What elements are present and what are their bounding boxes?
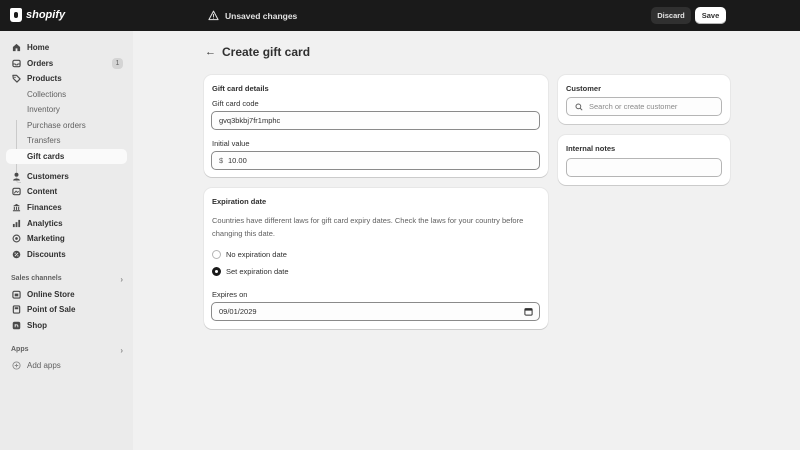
discount-icon: [12, 250, 21, 259]
sidebar-item-analytics[interactable]: Analytics: [6, 216, 127, 231]
shopify-bag-icon: [10, 8, 22, 22]
sidebar-item-label: Inventory: [27, 105, 60, 114]
add-circle-icon: [12, 361, 21, 370]
initial-value-label: Initial value: [212, 139, 250, 148]
sidebar-item-label: Gift cards: [27, 152, 65, 161]
sidebar-item-purchase-orders[interactable]: Purchase orders: [6, 118, 127, 133]
sidebar-item-label: Products: [27, 74, 62, 83]
card-title: Gift card details: [212, 84, 269, 93]
sidebar-item-label: Add apps: [27, 361, 61, 370]
sidebar-item-home[interactable]: Home: [6, 40, 127, 55]
top-bar: shopify Unsaved changes Discard Save: [0, 0, 800, 31]
search-icon: [575, 103, 583, 111]
tag-icon: [12, 74, 21, 83]
sidebar-item-label: Customers: [27, 172, 69, 181]
page-title: Create gift card: [222, 45, 311, 59]
sidebar-item-finances[interactable]: Finances: [6, 200, 127, 215]
sidebar-item-point-of-sale[interactable]: Point of Sale: [6, 302, 127, 317]
sidebar-item-add-apps[interactable]: Add apps: [6, 358, 127, 373]
sidebar-item-label: Analytics: [27, 219, 63, 228]
sales-channels-label: Sales channels: [11, 275, 62, 282]
sidebar-item-label: Collections: [27, 90, 67, 99]
apps-header[interactable]: Apps ›: [11, 346, 123, 355]
sidebar-item-label: Finances: [27, 203, 62, 212]
shop-app-icon: [12, 321, 21, 330]
customer-search-input[interactable]: Search or create customer: [566, 97, 722, 116]
sidebar-item-label: Content: [27, 187, 58, 196]
card-title: Internal notes: [566, 144, 616, 153]
no-expiration-radio[interactable]: [212, 250, 221, 259]
sidebar-item-label: Shop: [27, 321, 47, 330]
bank-icon: [12, 203, 21, 212]
brand-name: shopify: [26, 9, 66, 21]
page-header: ← Create gift card: [205, 45, 310, 59]
sidebar-item-inventory[interactable]: Inventory: [6, 102, 127, 117]
chevron-right-icon: ›: [120, 346, 123, 355]
target-icon: [12, 234, 21, 243]
sidebar: Home Orders 1 Products Collections Inven…: [0, 31, 133, 450]
internal-notes-input[interactable]: [566, 158, 722, 177]
sidebar-item-products[interactable]: Products: [6, 71, 127, 86]
gift-card-details-card: Gift card details Gift card code gvq3bkb…: [204, 75, 548, 177]
sidebar-item-label: Online Store: [27, 290, 75, 299]
expires-on-value: 09/01/2029: [219, 307, 257, 316]
sidebar-item-label: Transfers: [27, 136, 61, 145]
inbox-icon: [12, 59, 21, 68]
gift-card-code-label: Gift card code: [212, 99, 259, 108]
customer-card: Customer Search or create customer: [558, 75, 730, 124]
sidebar-item-label: Point of Sale: [27, 305, 76, 314]
sidebar-item-discounts[interactable]: Discounts: [6, 247, 127, 262]
sidebar-item-marketing[interactable]: Marketing: [6, 231, 127, 246]
chevron-right-icon: ›: [120, 275, 123, 284]
set-expiration-label[interactable]: Set expiration date: [226, 267, 289, 276]
orders-count-badge: 1: [112, 58, 123, 69]
sidebar-item-customers[interactable]: Customers: [6, 169, 127, 184]
card-title: Customer: [566, 84, 602, 93]
sidebar-item-online-store[interactable]: Online Store: [6, 287, 127, 302]
set-expiration-radio[interactable]: [212, 267, 221, 276]
sidebar-item-label: Marketing: [27, 234, 65, 243]
analytics-icon: [12, 219, 21, 228]
sales-channels-header[interactable]: Sales channels ›: [11, 275, 123, 284]
calendar-icon[interactable]: [524, 307, 533, 316]
unsaved-changes-text: Unsaved changes: [225, 10, 298, 21]
store-icon: [12, 290, 21, 299]
discard-button[interactable]: Discard: [651, 7, 691, 24]
sidebar-item-label: Orders: [27, 59, 54, 68]
internal-notes-card: Internal notes: [558, 135, 730, 185]
content-icon: [12, 187, 21, 196]
currency-prefix: $: [219, 156, 224, 165]
gift-card-code-input[interactable]: gvq3bkbj7fr1mphc: [211, 111, 540, 130]
expiration-help-text: Countries have different laws for gift c…: [212, 216, 524, 238]
person-icon: [13, 172, 20, 181]
sidebar-item-shop[interactable]: Shop: [6, 318, 127, 333]
sidebar-item-label: Purchase orders: [27, 121, 86, 130]
card-title: Expiration date: [212, 197, 267, 206]
warning-icon: [208, 10, 219, 21]
home-icon: [12, 43, 21, 52]
sidebar-item-collections[interactable]: Collections: [6, 87, 127, 102]
shopify-logo[interactable]: shopify: [10, 8, 65, 22]
sidebar-item-gift-cards[interactable]: Gift cards: [6, 149, 127, 164]
sidebar-item-transfers[interactable]: Transfers: [6, 133, 127, 148]
initial-value-input[interactable]: 10.00: [211, 151, 540, 170]
sidebar-item-orders[interactable]: Orders 1: [6, 56, 127, 71]
expiration-date-card: Expiration date Countries have different…: [204, 188, 548, 329]
unsaved-changes-indicator: Unsaved changes: [208, 10, 297, 21]
back-arrow-icon[interactable]: ←: [205, 46, 216, 58]
apps-label: Apps: [11, 346, 29, 353]
pos-icon: [12, 305, 21, 314]
sidebar-item-label: Discounts: [27, 250, 66, 259]
sidebar-item-content[interactable]: Content: [6, 184, 127, 199]
no-expiration-label[interactable]: No expiration date: [226, 250, 287, 259]
expires-on-label: Expires on: [212, 290, 248, 299]
expires-on-date-input[interactable]: 09/01/2029: [211, 302, 540, 321]
save-button[interactable]: Save: [695, 7, 726, 24]
sidebar-item-label: Home: [27, 43, 50, 52]
